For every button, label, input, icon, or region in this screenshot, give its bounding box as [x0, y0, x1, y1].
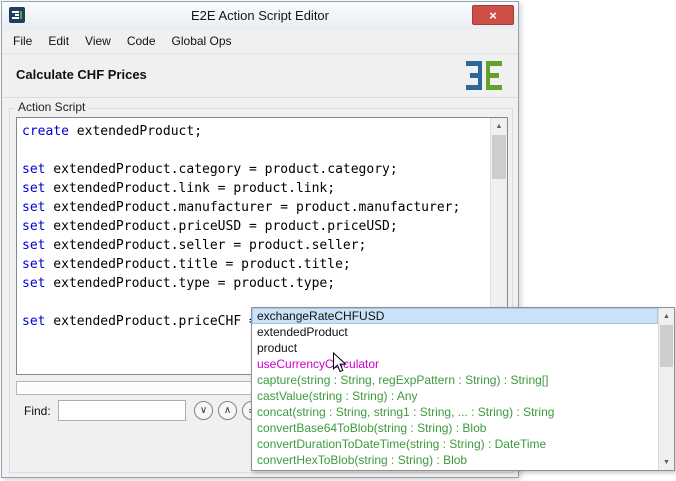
- title-bar: E2E Action Script Editor ×: [2, 2, 518, 29]
- page-title: Calculate CHF Prices: [16, 67, 147, 82]
- autocomplete-item[interactable]: convertHexToBlob(string : String) : Blob: [252, 452, 658, 468]
- autocomplete-item[interactable]: convertBase64ToBlob(string : String) : B…: [252, 420, 658, 436]
- keyword: set: [22, 238, 45, 253]
- code-line: set extendedProduct.manufacturer = produ…: [22, 198, 485, 217]
- close-button[interactable]: ×: [472, 5, 514, 25]
- autocomplete-item[interactable]: useCurrencyCalculator: [252, 356, 658, 372]
- chevron-down-icon: ∨: [200, 405, 207, 416]
- chevron-up-icon: ∧: [224, 405, 231, 416]
- keyword: set: [22, 200, 45, 215]
- code-line: set extendedProduct.link = product.link;: [22, 179, 485, 198]
- scrollbar-thumb[interactable]: [492, 135, 506, 179]
- find-previous-button[interactable]: ∧: [218, 401, 237, 420]
- keyword: set: [22, 276, 45, 291]
- menu-global-ops[interactable]: Global Ops: [164, 30, 240, 52]
- keyword: set: [22, 219, 45, 234]
- menu-file[interactable]: File: [5, 30, 40, 52]
- menu-code[interactable]: Code: [119, 30, 164, 52]
- autocomplete-item[interactable]: convertDurationToDateTime(string : Strin…: [252, 436, 658, 452]
- autocomplete-item[interactable]: castValue(string : String) : Any: [252, 388, 658, 404]
- mouse-cursor: [332, 352, 348, 374]
- code-line: set extendedProduct.type = product.type;: [22, 274, 485, 293]
- keyword: set: [22, 314, 45, 329]
- code-line: set extendedProduct.seller = product.sel…: [22, 236, 485, 255]
- code-line: set extendedProduct.priceUSD = product.p…: [22, 217, 485, 236]
- popup-scrollbar[interactable]: ▲ ▼: [658, 308, 674, 470]
- code-line: create extendedProduct;: [22, 122, 485, 141]
- find-input[interactable]: [58, 400, 186, 421]
- find-label: Find:: [24, 404, 51, 418]
- autocomplete-item[interactable]: extendedProduct: [252, 324, 658, 340]
- keyword: set: [22, 257, 45, 272]
- keyword: create: [22, 124, 69, 139]
- scroll-up-icon[interactable]: ▲: [659, 308, 674, 324]
- keyword: set: [22, 181, 45, 196]
- header: Calculate CHF Prices: [2, 54, 518, 98]
- code-line: set extendedProduct.category = product.c…: [22, 160, 485, 179]
- autocomplete-item[interactable]: capture(string : String, regExpPattern :…: [252, 372, 658, 388]
- e2e-logo-icon: [466, 61, 504, 91]
- code-line: set extendedProduct.title = product.titl…: [22, 255, 485, 274]
- window-title: E2E Action Script Editor: [2, 8, 518, 23]
- group-label: Action Script: [14, 100, 89, 114]
- scroll-down-icon[interactable]: ▼: [659, 454, 674, 470]
- code-line: [22, 141, 485, 160]
- autocomplete-item[interactable]: product: [252, 340, 658, 356]
- menu-view[interactable]: View: [77, 30, 119, 52]
- autocomplete-popup: exchangeRateCHFUSDextendedProductproduct…: [251, 307, 675, 471]
- autocomplete-item[interactable]: concat(string : String, string1 : String…: [252, 404, 658, 420]
- scrollbar-thumb[interactable]: [660, 325, 673, 367]
- menu-bar: File Edit View Code Global Ops: [2, 29, 518, 54]
- menu-edit[interactable]: Edit: [40, 30, 77, 52]
- find-next-button[interactable]: ∨: [194, 401, 213, 420]
- autocomplete-list: exchangeRateCHFUSDextendedProductproduct…: [252, 308, 658, 470]
- autocomplete-item[interactable]: exchangeRateCHFUSD: [252, 308, 658, 324]
- keyword: set: [22, 162, 45, 177]
- scroll-up-icon[interactable]: ▲: [491, 118, 507, 134]
